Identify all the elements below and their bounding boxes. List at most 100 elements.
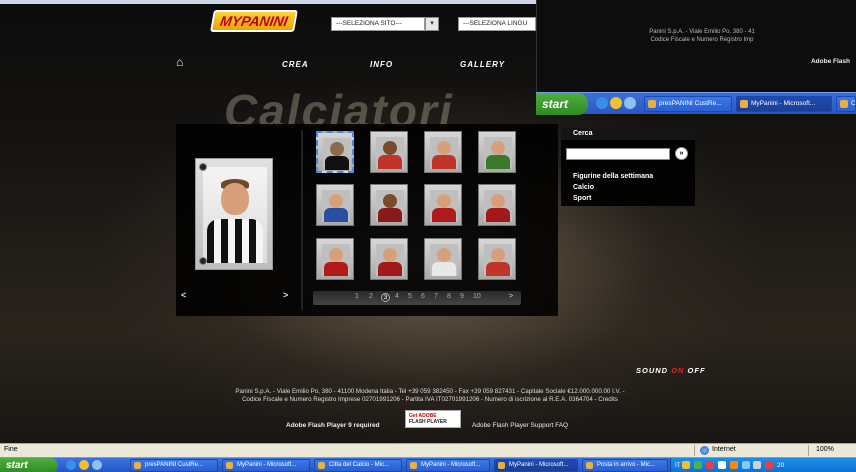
browser-icon[interactable] (624, 97, 636, 109)
menu-item-calcio[interactable]: Calcio (573, 184, 594, 191)
page-link[interactable]: 10 (473, 293, 481, 300)
sticker-photo (484, 244, 512, 276)
sticker-card[interactable] (478, 238, 516, 280)
language-select[interactable]: ---SELEZIONA LINGU (458, 17, 536, 31)
ie-icon[interactable] (66, 460, 76, 470)
page-link[interactable]: 4 (395, 293, 399, 300)
page-link[interactable]: 7 (434, 293, 438, 300)
browser-top-strip (0, 0, 536, 4)
get-flash-line2: FLASH PLAYER (409, 419, 447, 425)
sticker-photo (430, 244, 458, 276)
site-select[interactable]: ---SELEZIONA SITO--- (331, 17, 425, 31)
sticker-photo (376, 244, 404, 276)
sticker-photo (322, 244, 350, 276)
sticker-card[interactable] (424, 184, 462, 226)
sticker-card[interactable] (316, 184, 354, 226)
tray-icon[interactable] (741, 461, 750, 470)
task-item[interactable]: Posta in arrivo - Mic... (582, 459, 668, 472)
win2-flash-text: Adobe Flash (810, 58, 850, 65)
search-go-icon[interactable]: » (675, 147, 688, 160)
sound-label: SOUND (636, 366, 669, 375)
tray-icon[interactable] (694, 461, 703, 470)
menu-item-sport[interactable]: Sport (573, 195, 591, 202)
company-footer: Panini S.p.A. - Viale Emilio Po, 380 - 4… (150, 388, 710, 404)
browser-icon[interactable] (92, 460, 102, 470)
win2-footer-line1: Panini S.p.A. - Viale Emilio Po, 380 - 4… (649, 29, 755, 35)
home-icon[interactable]: ⌂ (176, 56, 188, 68)
sticker-card[interactable] (370, 238, 408, 280)
windows-taskbar: start presPANINI CustRe... MyPanini - Mi… (0, 457, 856, 472)
folder-icon[interactable] (610, 97, 622, 109)
card-next-arrow[interactable]: > (283, 290, 288, 300)
sticker-card[interactable] (478, 131, 516, 173)
panel-divider (301, 130, 303, 310)
win2-footer-line2: Codice Fiscale e Numero Registro Imp (650, 37, 754, 43)
system-tray: IT 20 (670, 458, 856, 472)
sticker-photo (322, 190, 350, 222)
task-item[interactable]: presPANINI CustRe... (130, 459, 218, 472)
page-next-arrow[interactable]: > (509, 293, 513, 300)
folder-icon[interactable] (79, 460, 89, 470)
flash-faq-link[interactable]: Adobe Flash Player Support FAQ (472, 422, 568, 429)
sticker-card[interactable] (370, 131, 408, 173)
nav-gallery[interactable]: GALLERY (460, 60, 505, 69)
search-input[interactable] (566, 148, 670, 160)
tray-icon[interactable] (717, 461, 726, 470)
sticker-card[interactable] (424, 131, 462, 173)
globe-icon (700, 446, 709, 455)
flash-required-text: Adobe Flash Player 9 required (286, 422, 380, 429)
ie-icon[interactable] (596, 97, 608, 109)
player-photo (203, 167, 267, 263)
footer-line1: Panini S.p.A. - Viale Emilio Po, 380 - 4… (235, 388, 625, 395)
win2-start-button[interactable]: start (536, 93, 588, 115)
sticker-card[interactable] (370, 184, 408, 226)
sound-off-button[interactable]: OFF (688, 366, 706, 375)
mypanini-logo[interactable]: MYPANINI (210, 10, 298, 32)
tray-icon[interactable] (753, 461, 762, 470)
card-corner-icon (199, 257, 207, 265)
task-item[interactable]: MyPanini - Microsoft... (222, 459, 310, 472)
sticker-card[interactable] (424, 238, 462, 280)
page-link[interactable]: 9 (460, 293, 464, 300)
task-item[interactable]: Citta del Calcio - Mic... (314, 459, 402, 472)
page-link[interactable]: 5 (408, 293, 412, 300)
menu-item-figurine[interactable]: Figurine della settimana (573, 173, 653, 180)
start-button[interactable]: start (0, 458, 58, 472)
sticker-photo (376, 137, 404, 169)
footer-line2: Codice Fiscale e Numero Registro Imprese… (242, 396, 618, 403)
sticker-photo (484, 137, 512, 169)
win2-task-item[interactable]: C (836, 96, 856, 112)
sticker-photo (430, 190, 458, 222)
tray-icon[interactable] (682, 461, 691, 470)
sticker-card[interactable] (316, 131, 354, 173)
clock: 20 (776, 462, 785, 469)
sticker-card[interactable] (316, 238, 354, 280)
task-item[interactable]: MyPanini - Microsoft... (406, 459, 490, 472)
background-window[interactable]: Panini S.p.A. - Viale Emilio Po, 380 - 4… (536, 0, 856, 92)
tray-icon[interactable] (706, 461, 715, 470)
win2-task-item[interactable]: presPANINI CustRe... (644, 96, 732, 112)
card-prev-arrow[interactable]: < (181, 290, 186, 300)
page-link[interactable]: 1 (355, 293, 359, 300)
page-link-current[interactable]: 3 (381, 293, 390, 302)
sticker-card[interactable] (478, 184, 516, 226)
get-flash-badge[interactable]: Get ADOBE FLASH PLAYER (405, 410, 461, 428)
page-link[interactable]: 6 (421, 293, 425, 300)
page-link[interactable]: 2 (369, 293, 373, 300)
page-link[interactable]: 8 (447, 293, 451, 300)
chevron-down-icon[interactable]: ▾ (425, 17, 439, 31)
nav-crea[interactable]: CREA (282, 60, 309, 69)
status-text: Fine (4, 446, 18, 453)
browser-status-bar: Fine Internet 100% (0, 443, 856, 457)
task-item-active[interactable]: MyPanini - Microsoft... (494, 459, 578, 472)
zoom-level[interactable]: 100% (816, 446, 834, 453)
tray-icon[interactable] (729, 461, 738, 470)
sticker-photo (323, 138, 351, 170)
nav-info[interactable]: INFO (370, 60, 393, 69)
language-indicator[interactable]: IT (675, 462, 681, 469)
sound-on-button[interactable]: ON (671, 366, 684, 375)
win2-task-item[interactable]: MyPanini - Microsoft... (736, 96, 832, 112)
sticker-photo (484, 190, 512, 222)
featured-sticker-card[interactable] (195, 158, 273, 270)
tray-icon[interactable] (765, 461, 774, 470)
